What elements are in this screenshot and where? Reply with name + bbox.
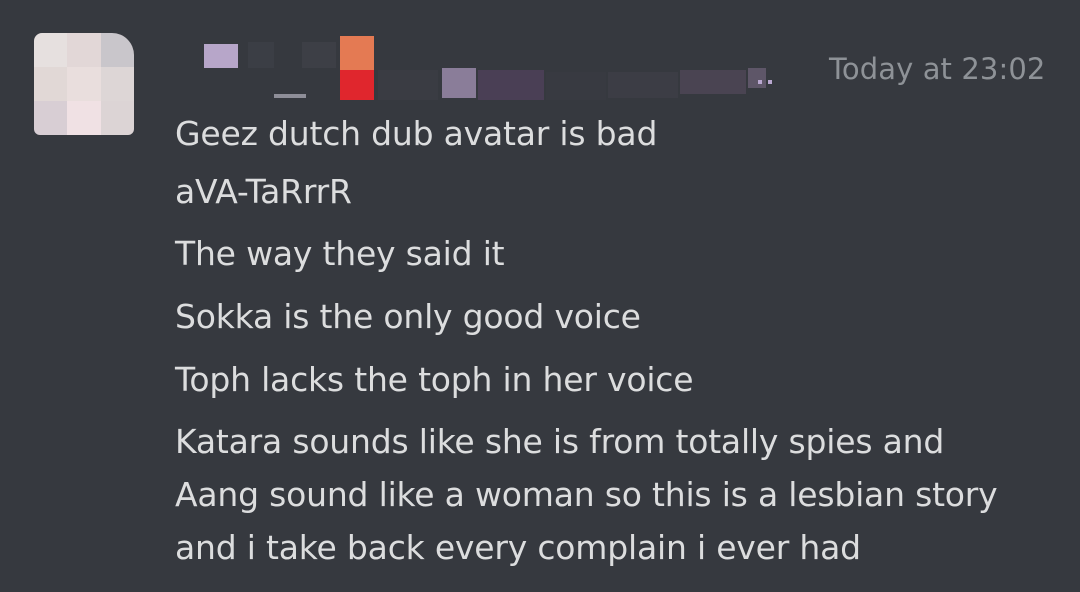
redaction-block (274, 94, 306, 98)
avatar-pixel (67, 33, 101, 67)
redaction-block (758, 80, 762, 84)
redaction-block (340, 36, 374, 70)
message-line: and i take back every complain i ever ha… (175, 528, 861, 567)
redaction-block (608, 72, 678, 98)
message-line: Geez dutch dub avatar is bad (175, 114, 658, 153)
avatar-pixel (67, 101, 101, 135)
redaction-block (478, 70, 544, 100)
redaction-block (748, 68, 766, 88)
redacted-username[interactable] (178, 34, 778, 104)
redaction-block (378, 70, 438, 100)
avatar-pixel (34, 101, 68, 135)
redaction-block (248, 42, 274, 68)
message-line: Sokka is the only good voice (175, 297, 641, 336)
redaction-block (546, 72, 606, 100)
redaction-block (340, 70, 374, 100)
redaction-block (302, 42, 336, 68)
avatar-pixel (100, 67, 134, 101)
message-line: The way they said it (175, 234, 505, 273)
avatar[interactable] (34, 33, 134, 135)
message-timestamp[interactable]: Today at 23:02 (829, 52, 1045, 86)
message-line: aVA-TaRrrR (175, 172, 352, 211)
avatar-pixel (34, 67, 68, 101)
avatar-pixel (67, 67, 101, 101)
redaction-block (768, 80, 772, 84)
chat-message: Today at 23:02 Geez dutch dub avatar is … (0, 0, 1080, 592)
redaction-block (204, 44, 238, 68)
redaction-block (442, 68, 476, 98)
message-line: Katara sounds like she is from totally s… (175, 422, 945, 461)
avatar-pixel (100, 101, 134, 135)
message-line: Toph lacks the toph in her voice (175, 360, 694, 399)
avatar-pixel (34, 33, 68, 67)
redaction-block (680, 70, 746, 94)
message-line: Aang sound like a woman so this is a les… (175, 475, 998, 514)
avatar-pixel (100, 33, 134, 67)
